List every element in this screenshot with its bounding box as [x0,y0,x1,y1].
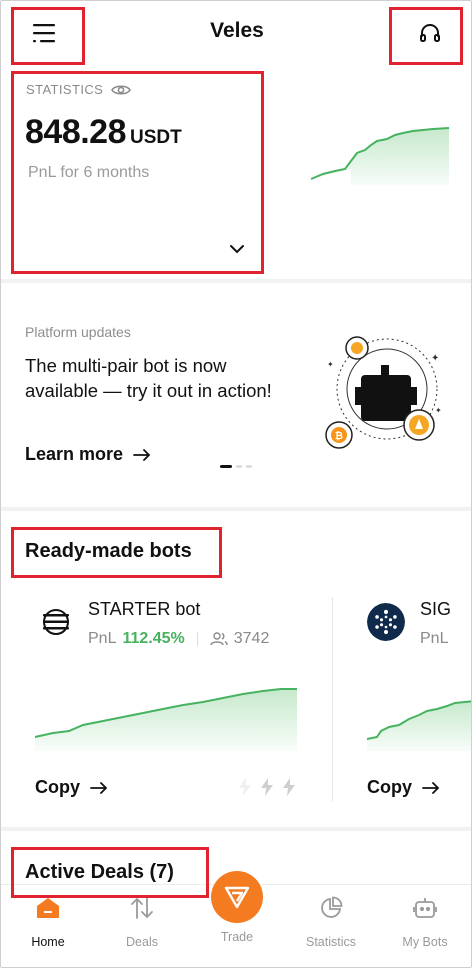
statistics-label: STATISTICS [26,82,104,97]
section-divider [1,279,471,283]
nav-trade-label: Trade [220,930,254,944]
users-icon [210,632,228,646]
trade-button[interactable] [211,871,263,923]
app-title: Veles [210,19,264,42]
bot-followers-count: 3742 [233,630,270,647]
copy-label: Copy [35,777,80,797]
learn-more-label: Learn more [25,444,124,464]
risk-level [237,777,297,797]
pnl-sparkline [310,127,450,185]
svg-text:₿: ₿ [335,430,343,442]
copy-label: Copy [367,777,412,797]
nav-home-label: Home [31,935,65,949]
app-screen: Veles STATISTICS 848.28 USDT PnL for 6 mo… [0,0,472,968]
svg-text:✦: ✦ [327,360,334,369]
pnl-amount: 848.28 USDT [25,113,182,152]
pnl-label: PnL [420,630,449,647]
bot-pnl-value: 112.45% [122,630,185,647]
nav-my-bots[interactable]: My Bots [385,893,465,949]
nav-statistics[interactable]: Statistics [291,893,371,949]
pnl-label: PnL [88,630,117,647]
nav-deals-label: Deals [126,935,158,949]
pie-chart-icon [321,896,343,918]
arrow-right-icon [133,448,151,461]
card-separator [332,597,333,801]
bot-card-sig[interactable]: SIG PnL Copy [367,591,471,801]
eye-icon[interactable] [111,83,132,97]
learn-more-link[interactable]: Learn more [25,444,151,465]
pnl-unit: USDT [130,127,182,148]
carousel-dot[interactable] [236,465,242,468]
active-deals-title: Active Deals (7) [25,861,174,883]
arrow-right-icon [90,781,108,794]
expand-chevron-icon[interactable] [227,241,247,257]
nav-statistics-label: Statistics [305,935,356,949]
nav-home[interactable]: Home [8,893,88,949]
bot-card-starter[interactable]: STARTER bot PnL 112.45% 3742 Copy [34,591,309,801]
headphones-icon [420,24,440,42]
svg-text:✦: ✦ [435,406,442,415]
starter-bot-icon [40,606,72,638]
pnl-period: PnL for 6 months [28,164,150,181]
copy-bot-button[interactable]: Copy [367,777,440,798]
copy-bot-button[interactable]: Copy [35,777,108,798]
home-icon [37,898,59,918]
carousel-dot[interactable] [220,465,232,468]
bot-stats: PnL 112.45% 3742 [88,630,269,648]
section-divider [1,827,471,831]
multi-pair-bot-illustration: ₿ ✦ ✦ ✦ [325,336,442,449]
svg-text:✦: ✦ [431,353,439,364]
bot-performance-chart [34,688,297,751]
section-divider [1,507,471,511]
ready-bots-title: Ready-made bots [25,540,192,562]
bot-name: STARTER bot [88,599,201,619]
top-bar: Veles [1,1,471,65]
meta-separator [196,632,198,646]
lightning-icon [283,778,295,796]
robot-icon [413,898,437,918]
carousel-dot[interactable] [246,465,252,468]
updates-headline: The multi-pair bot is now available — tr… [25,355,272,401]
trade-logo-icon [224,886,250,909]
bot-stats: PnL [420,630,448,648]
nav-my-bots-label: My Bots [402,935,448,949]
support-button[interactable] [409,15,451,51]
bottom-navigation: Home Deals Trade Statistics My Bots [1,871,471,967]
updates-kicker: Platform updates [25,324,131,340]
statistics-label-row: STATISTICS [26,82,132,97]
deals-arrows-icon [131,897,153,919]
sig-bot-icon [367,603,405,641]
lightning-icon [261,778,273,796]
bot-name: SIG [420,599,452,619]
nav-deals[interactable]: Deals [102,893,182,949]
bot-performance-chart [367,700,471,751]
carousel-dots [220,465,252,468]
pnl-value: 848.28 [25,113,127,151]
arrow-right-icon [422,781,440,794]
lightning-icon [239,778,251,796]
